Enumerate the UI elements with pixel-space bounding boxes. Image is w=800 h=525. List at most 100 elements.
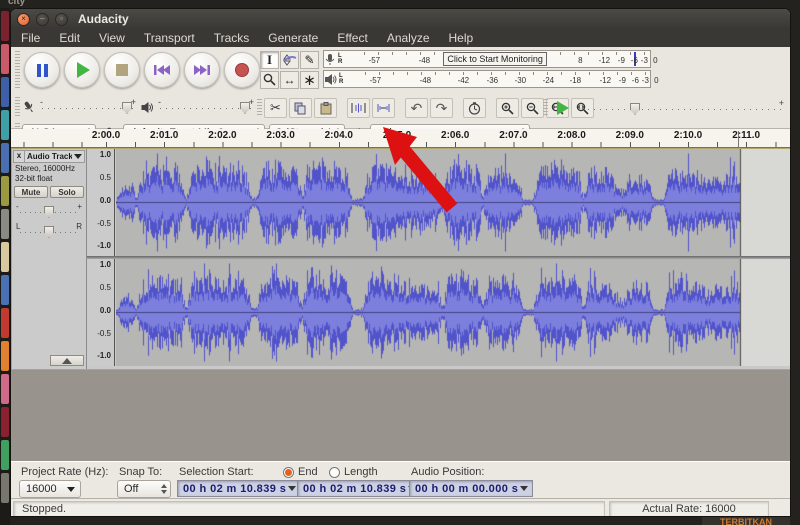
menu-file[interactable]: File [21, 31, 40, 45]
timeline-label: 2:08.0 [557, 130, 585, 141]
gain-thumb[interactable] [44, 206, 54, 218]
copy-button[interactable] [289, 98, 312, 118]
audio-position-field[interactable]: 00 h 00 m 00.000 s [409, 480, 533, 497]
selection-end-field[interactable]: 00 h 02 m 10.839 s [297, 480, 421, 497]
playback-meter[interactable]: LR -57-48-42-36-30-24-18-12-9-6-30 [323, 70, 651, 88]
skip-to-start-button[interactable] [144, 52, 180, 88]
zoom-in-button[interactable] [496, 98, 519, 118]
toolbar-grip[interactable] [15, 51, 20, 89]
speaker-icon [140, 101, 154, 114]
close-icon[interactable]: × [17, 13, 30, 26]
tools-toolbar: I ✎ ↔ ∗ [259, 50, 321, 90]
timeline-ruler[interactable]: 2:00.02:01.02:02.02:03.02:04.02:05.02:06… [11, 129, 791, 148]
length-radio[interactable]: Length [329, 466, 378, 478]
launcher-app-icon[interactable] [1, 176, 9, 206]
trim-audio-button[interactable] [347, 98, 370, 118]
launcher-app-icon[interactable] [1, 11, 9, 41]
track-gain-slider[interactable]: - + [20, 202, 78, 218]
start-monitoring-button[interactable]: Click to Start Monitoring [443, 52, 547, 66]
skip-to-end-button[interactable] [184, 52, 220, 88]
toolbar-grip[interactable] [543, 99, 548, 117]
paste-button[interactable] [314, 98, 337, 118]
track-header[interactable]: x Audio Track [13, 150, 85, 163]
title-bar[interactable]: × – ▫ Audacity [11, 9, 791, 29]
draw-tool-button[interactable]: ✎ [300, 51, 319, 69]
toolbar-grip[interactable] [15, 97, 20, 117]
output-volume-slider[interactable]: -+ [160, 100, 252, 114]
sync-lock-button[interactable] [463, 98, 486, 118]
playback-speed-slider[interactable]: -+ [582, 101, 782, 115]
meter-tick-label: -36 [487, 76, 499, 85]
menu-generate[interactable]: Generate [268, 31, 318, 45]
speed-thumb[interactable] [630, 103, 640, 115]
launcher-app-icon[interactable] [1, 308, 9, 338]
multi-tool-button[interactable]: ∗ [300, 71, 319, 89]
launcher-app-icon[interactable] [1, 110, 9, 140]
silence-audio-button[interactable] [372, 98, 395, 118]
redo-button[interactable]: ↷ [430, 98, 453, 118]
selection-start-field[interactable]: 00 h 02 m 10.839 s [177, 480, 301, 497]
track-pan-slider[interactable]: L R [20, 222, 78, 238]
waveform-right-channel[interactable] [116, 259, 791, 366]
undo-button[interactable]: ↶ [405, 98, 428, 118]
timeline-label: 2:07.0 [499, 130, 527, 141]
minimize-icon[interactable]: – [36, 13, 49, 26]
audio-track[interactable]: x Audio Track Stereo, 16000Hz 32-bit flo… [11, 148, 791, 370]
lr-labels: LR [338, 53, 342, 65]
input-volume-thumb[interactable] [122, 102, 132, 114]
window-title: Audacity [78, 12, 129, 26]
end-radio[interactable]: End [283, 466, 318, 478]
track-menu-chevron-icon[interactable] [74, 154, 82, 159]
waveform-left-channel[interactable] [116, 149, 791, 256]
microphone-icon [324, 53, 336, 66]
menu-transport[interactable]: Transport [144, 31, 195, 45]
launcher-app-icon[interactable] [1, 209, 9, 239]
zoom-tool-button[interactable] [260, 71, 279, 89]
launcher-app-icon[interactable] [1, 143, 9, 173]
amplitude-label: 0.5 [100, 283, 111, 292]
maximize-icon[interactable]: ▫ [55, 13, 68, 26]
envelope-tool-button[interactable] [280, 51, 299, 69]
solo-button[interactable]: Solo [50, 186, 84, 198]
track-area[interactable]: x Audio Track Stereo, 16000Hz 32-bit flo… [11, 148, 791, 461]
launcher-app-icon[interactable] [1, 77, 9, 107]
menu-tracks[interactable]: Tracks [214, 31, 250, 45]
play-at-speed-button[interactable] [550, 98, 576, 118]
silence-icon [376, 102, 391, 114]
menu-edit[interactable]: Edit [59, 31, 80, 45]
project-rate-value: 16000 [26, 483, 65, 495]
record-button[interactable] [224, 52, 260, 88]
menu-help[interactable]: Help [449, 31, 474, 45]
time-shift-tool-button[interactable]: ↔ [280, 71, 299, 89]
menu-view[interactable]: View [99, 31, 125, 45]
snap-to-value: Off [124, 483, 156, 495]
launcher-app-icon[interactable] [1, 275, 9, 305]
timeline-label: 2:01.0 [150, 130, 178, 141]
project-rate-select[interactable]: 16000 [19, 480, 81, 498]
toolbar-grip[interactable] [257, 99, 262, 117]
recording-meter[interactable]: LR Click to Start Monitoring -57-488-12-… [323, 50, 651, 68]
track-close-button[interactable]: x [14, 151, 25, 162]
output-volume-thumb[interactable] [240, 102, 250, 114]
launcher-app-icon[interactable] [1, 341, 9, 371]
launcher-app-icon[interactable] [1, 242, 9, 272]
menu-analyze[interactable]: Analyze [387, 31, 430, 45]
launcher-app-icon[interactable] [1, 440, 9, 470]
menu-effect[interactable]: Effect [337, 31, 367, 45]
mute-button[interactable]: Mute [14, 186, 48, 198]
play-button[interactable] [64, 52, 100, 88]
selection-tool-button[interactable]: I [260, 51, 279, 69]
pause-button[interactable] [24, 52, 60, 88]
stop-button[interactable] [104, 52, 140, 88]
pause-icon [37, 64, 48, 77]
snap-to-select[interactable]: Off [117, 480, 171, 498]
cut-button[interactable]: ✂ [264, 98, 287, 118]
launcher-app-icon[interactable] [1, 407, 9, 437]
pan-thumb[interactable] [44, 226, 54, 238]
input-volume-slider[interactable]: -+ [42, 100, 134, 114]
launcher-app-icon[interactable] [1, 44, 9, 74]
chevron-down-icon [520, 486, 528, 491]
track-collapse-button[interactable] [50, 355, 84, 366]
launcher-app-icon[interactable] [1, 473, 9, 503]
launcher-app-icon[interactable] [1, 374, 9, 404]
